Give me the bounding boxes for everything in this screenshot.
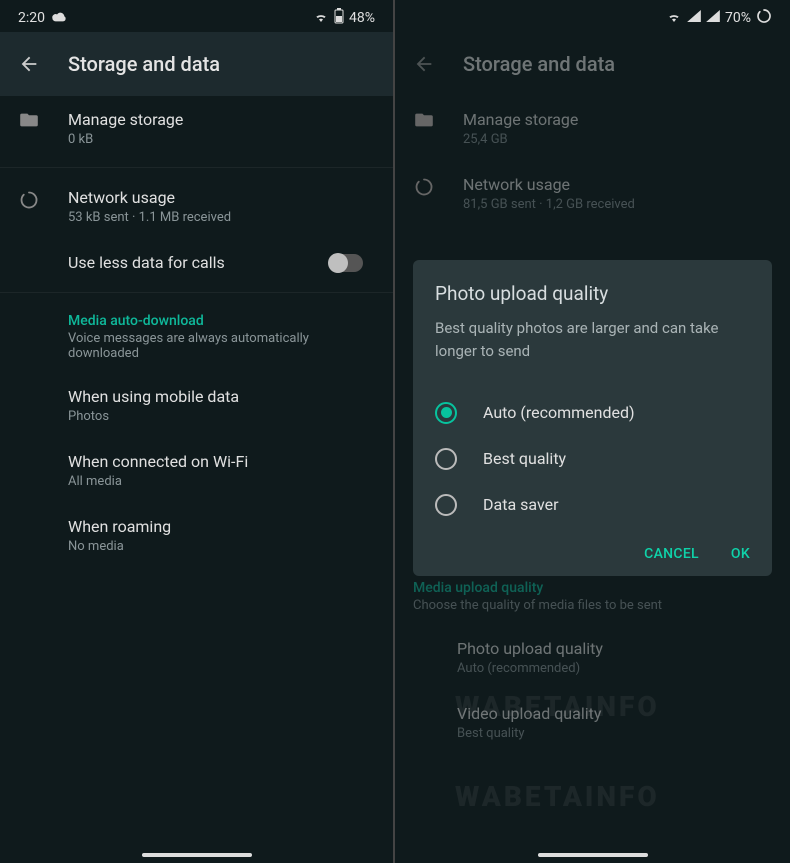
less-data-switch[interactable] <box>329 254 363 272</box>
less-data-label: Use less data for calls <box>68 253 225 272</box>
watermark: WABETAINFO <box>455 780 660 813</box>
dialog-title: Photo upload quality <box>435 282 750 305</box>
wifi-icon <box>313 10 329 26</box>
photo-quality-title: Photo upload quality <box>457 639 772 658</box>
divider <box>0 167 393 168</box>
dialog-option-best[interactable]: Best quality <box>435 436 750 482</box>
battery-percent: 48% <box>349 10 375 26</box>
dialog-option-auto[interactable]: Auto (recommended) <box>435 390 750 436</box>
signal-icon-2 <box>706 10 720 26</box>
dialog-description: Best quality photos are larger and can t… <box>435 317 750 364</box>
network-usage-row[interactable]: Network usage 53 kB sent · 1.1 MB receiv… <box>0 174 393 239</box>
screen-dialog-upload-quality: 70% Storage and data Manage storage 25,4… <box>395 0 790 863</box>
data-usage-icon <box>18 190 40 210</box>
wifi-icon <box>666 10 682 26</box>
battery-percent: 70% <box>725 10 751 26</box>
network-usage-title: Network usage <box>68 188 375 207</box>
photo-quality-row[interactable]: Photo upload quality Auto (recommended) <box>395 625 790 690</box>
network-usage-sub: 81,5 GB sent · 1,2 GB received <box>463 197 772 212</box>
ok-button[interactable]: OK <box>731 546 750 562</box>
manage-storage-row[interactable]: Manage storage 0 kB <box>0 96 393 161</box>
video-quality-title: Video upload quality <box>457 704 772 723</box>
roaming-sub: No media <box>68 539 375 554</box>
photo-quality-dialog: Photo upload quality Best quality photos… <box>413 260 772 576</box>
video-quality-sub: Best quality <box>457 726 772 741</box>
network-usage-sub: 53 kB sent · 1.1 MB received <box>68 210 375 225</box>
option-label-auto: Auto (recommended) <box>483 403 635 422</box>
cloud-icon <box>51 10 67 26</box>
page-title: Storage and data <box>68 52 220 76</box>
dialog-option-saver[interactable]: Data saver <box>435 482 750 528</box>
radio-auto[interactable] <box>435 402 457 424</box>
screen-storage-settings: 2:20 48% Storage and data Manage storage <box>0 0 395 863</box>
upload-quality-section-hint: Choose the quality of media files to be … <box>395 598 790 625</box>
folder-icon <box>18 112 40 128</box>
auto-download-section-hint: Voice messages are always automatically … <box>0 331 393 373</box>
gesture-nav-bar[interactable] <box>395 853 790 857</box>
manage-storage-title: Manage storage <box>68 110 375 129</box>
mobile-data-title: When using mobile data <box>68 387 375 406</box>
app-bar: Storage and data <box>0 32 393 96</box>
option-label-best: Best quality <box>483 449 566 468</box>
manage-storage-sub: 0 kB <box>68 132 375 147</box>
app-bar: Storage and data <box>395 32 790 96</box>
divider <box>0 292 393 293</box>
video-quality-row[interactable]: Video upload quality Best quality <box>395 690 790 755</box>
photo-quality-sub: Auto (recommended) <box>457 661 772 676</box>
wifi-title: When connected on Wi-Fi <box>68 452 375 471</box>
mobile-data-row[interactable]: When using mobile data Photos <box>0 373 393 438</box>
auto-download-section-label: Media auto-download <box>0 299 393 331</box>
battery-icon <box>334 8 344 28</box>
back-button[interactable] <box>413 53 435 75</box>
signal-icon <box>687 10 701 26</box>
gesture-nav-bar[interactable] <box>0 853 393 857</box>
mobile-data-sub: Photos <box>68 409 375 424</box>
wifi-sub: All media <box>68 474 375 489</box>
network-usage-row[interactable]: Network usage 81,5 GB sent · 1,2 GB rece… <box>395 161 790 226</box>
cancel-button[interactable]: CANCEL <box>644 546 699 562</box>
network-usage-title: Network usage <box>463 175 772 194</box>
radio-saver[interactable] <box>435 494 457 516</box>
manage-storage-sub: 25,4 GB <box>463 132 772 147</box>
manage-storage-title: Manage storage <box>463 110 772 129</box>
wifi-row[interactable]: When connected on Wi-Fi All media <box>0 438 393 503</box>
option-label-saver: Data saver <box>483 495 559 514</box>
status-bar: 2:20 48% <box>0 0 393 32</box>
roaming-row[interactable]: When roaming No media <box>0 503 393 568</box>
page-title: Storage and data <box>463 52 615 76</box>
back-button[interactable] <box>18 53 40 75</box>
roaming-title: When roaming <box>68 517 375 536</box>
status-time: 2:20 <box>18 10 45 26</box>
loading-icon <box>756 8 772 28</box>
folder-icon <box>413 112 435 128</box>
less-data-row[interactable]: Use less data for calls <box>0 239 393 286</box>
manage-storage-row[interactable]: Manage storage 25,4 GB <box>395 96 790 161</box>
radio-best[interactable] <box>435 448 457 470</box>
data-usage-icon <box>413 177 435 197</box>
status-bar: 70% <box>395 0 790 32</box>
